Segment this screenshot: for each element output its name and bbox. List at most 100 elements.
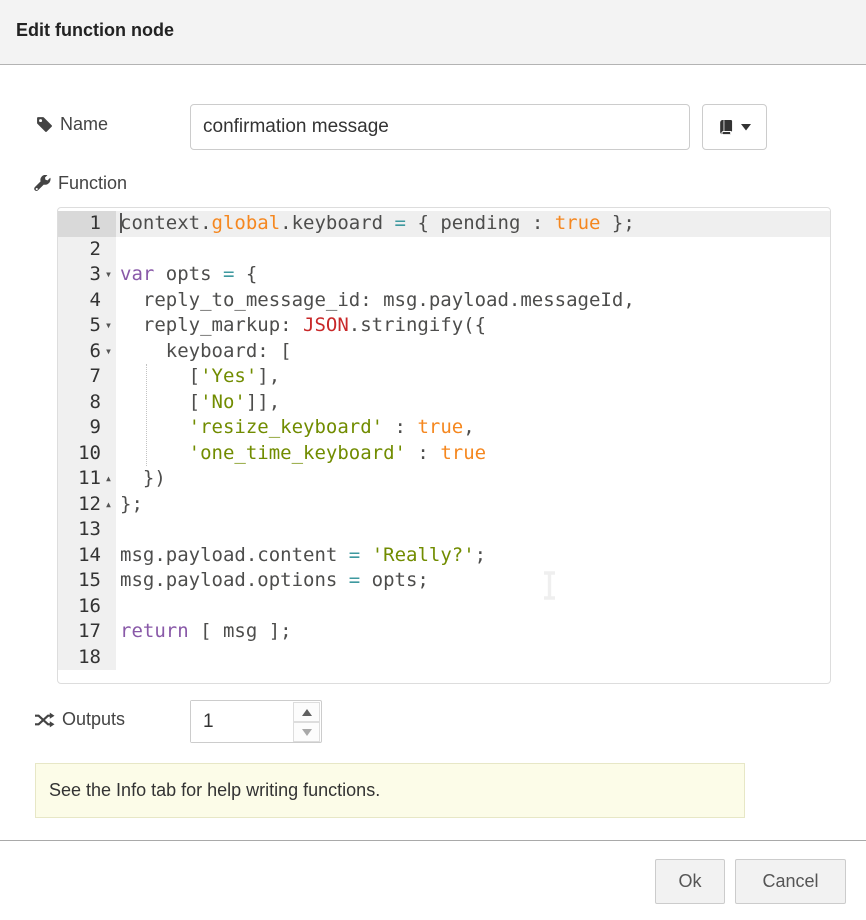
name-input[interactable]: [190, 104, 690, 150]
gutter-cell: 3▾: [58, 262, 116, 288]
gutter-cell: 7: [58, 364, 116, 390]
code-line-14: 14msg.payload.content = 'Really?';: [58, 543, 830, 569]
code-text: reply_to_message_id: msg.payload.message…: [116, 288, 830, 314]
gutter-cell: 10: [58, 441, 116, 467]
outputs-input[interactable]: [191, 701, 291, 742]
gutter-cell: 1: [58, 211, 116, 237]
line-number: 8: [58, 390, 101, 416]
gutter-cell: 17: [58, 619, 116, 645]
fold-slot: [101, 568, 116, 594]
fold-close-icon[interactable]: ▴: [101, 466, 116, 492]
code-text: 'resize_keyboard' : true,: [116, 415, 830, 441]
dialog-title: Edit function node: [16, 20, 174, 41]
code-editor[interactable]: 1 context.global.keyboard = { pending : t…: [57, 207, 831, 684]
gutter-cell: 9: [58, 415, 116, 441]
code-line-15: 15msg.payload.options = opts;: [58, 568, 830, 594]
fold-slot: [101, 211, 116, 237]
code-text: [116, 237, 830, 263]
line-number: 15: [58, 568, 101, 594]
edit-function-node-dialog: Edit function node Name Function 1 contex…: [0, 0, 866, 920]
outputs-label-row: Outputs: [34, 709, 125, 730]
cancel-button[interactable]: Cancel: [735, 859, 846, 904]
line-number: 4: [58, 288, 101, 314]
fold-slot: [101, 237, 116, 263]
code-text: reply_markup: JSON.stringify({: [116, 313, 830, 339]
code-text: [116, 517, 830, 543]
code-line-7: 7 ['Yes'],: [58, 364, 830, 390]
name-label: Name: [60, 114, 108, 135]
code-line-17: 17return [ msg ];: [58, 619, 830, 645]
spinner-down-button[interactable]: [293, 722, 320, 742]
dialog-header: Edit function node: [0, 0, 866, 65]
gutter-cell: 2: [58, 237, 116, 263]
line-number: 2: [58, 237, 101, 263]
code-text: ['No']],: [116, 390, 830, 416]
line-number: 17: [58, 619, 101, 645]
line-number: 3: [58, 262, 101, 288]
code-line-5: 5▾ reply_markup: JSON.stringify({: [58, 313, 830, 339]
code-text: [116, 594, 830, 620]
code-line-16: 16: [58, 594, 830, 620]
code-line-10: 10 'one_time_keyboard' : true: [58, 441, 830, 467]
line-number: 12: [58, 492, 101, 518]
spinner-up-button[interactable]: [293, 702, 320, 722]
code-text: };: [116, 492, 830, 518]
code-line-12: 12▴};: [58, 492, 830, 518]
text-cursor-pointer: [542, 571, 557, 605]
line-number: 5: [58, 313, 101, 339]
function-label-row: Function: [34, 173, 127, 194]
function-label: Function: [58, 173, 127, 194]
shuffle-icon: [34, 712, 55, 728]
form-tip-text: See the Info tab for help writing functi…: [49, 780, 380, 801]
gutter-cell: 11▴: [58, 466, 116, 492]
fold-slot: [101, 415, 116, 441]
code-text: ['Yes'],: [116, 364, 830, 390]
line-number: 11: [58, 466, 101, 492]
fold-open-icon[interactable]: ▾: [101, 262, 116, 288]
gutter-cell: 14: [58, 543, 116, 569]
line-number: 14: [58, 543, 101, 569]
fold-slot: [101, 441, 116, 467]
gutter-cell: 16: [58, 594, 116, 620]
gutter-cell: 13: [58, 517, 116, 543]
library-button[interactable]: [702, 104, 767, 150]
fold-open-icon[interactable]: ▾: [101, 339, 116, 365]
fold-open-icon[interactable]: ▾: [101, 313, 116, 339]
code-line-18: 18: [58, 645, 830, 671]
code-text: }): [116, 466, 830, 492]
code-line-6: 6▾ keyboard: [: [58, 339, 830, 365]
code-line-11: 11▴ }): [58, 466, 830, 492]
fold-slot: [101, 364, 116, 390]
gutter-cell: 18: [58, 645, 116, 671]
code-lines: 1 context.global.keyboard = { pending : t…: [58, 211, 830, 670]
line-number: 9: [58, 415, 101, 441]
fold-close-icon[interactable]: ▴: [101, 492, 116, 518]
footer-divider: [0, 840, 866, 841]
code-line-3: 3▾var opts = {: [58, 262, 830, 288]
indent-guide: [146, 364, 147, 466]
line-number: 16: [58, 594, 101, 620]
code-line-2: 2: [58, 237, 830, 263]
book-icon: [718, 119, 735, 136]
wrench-icon: [34, 175, 51, 192]
fold-slot: [101, 645, 116, 671]
tag-icon: [36, 116, 53, 133]
code-text: keyboard: [: [116, 339, 830, 365]
code-line-4: 4 reply_to_message_id: msg.payload.messa…: [58, 288, 830, 314]
code-text: context.global.keyboard = { pending : tr…: [116, 211, 830, 237]
line-number: 13: [58, 517, 101, 543]
ok-button[interactable]: Ok: [655, 859, 725, 904]
form-tip: See the Info tab for help writing functi…: [35, 763, 745, 818]
gutter-cell: 15: [58, 568, 116, 594]
gutter-cell: 6▾: [58, 339, 116, 365]
text-caret: [120, 213, 122, 233]
fold-slot: [101, 517, 116, 543]
outputs-spinner: [190, 700, 322, 743]
gutter-cell: 8: [58, 390, 116, 416]
fold-slot: [101, 543, 116, 569]
gutter-cell: 5▾: [58, 313, 116, 339]
fold-slot: [101, 594, 116, 620]
code-line-1: 1 context.global.keyboard = { pending : t…: [58, 211, 830, 237]
line-number: 1: [58, 211, 101, 237]
code-text: [116, 645, 830, 671]
